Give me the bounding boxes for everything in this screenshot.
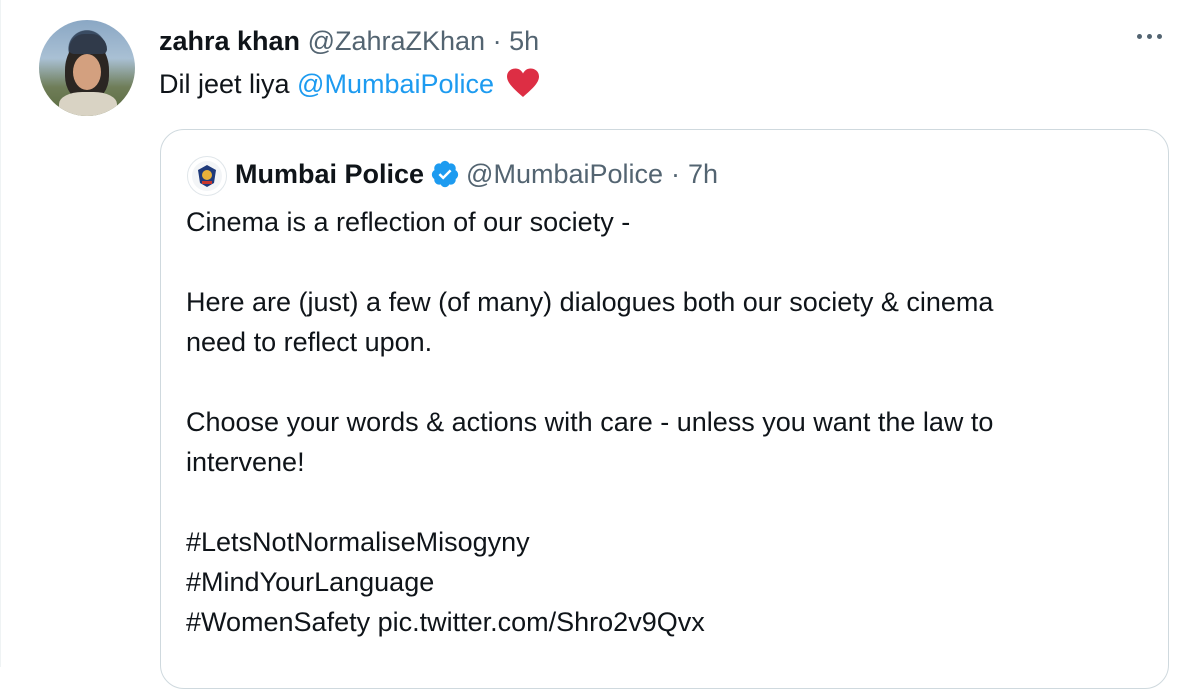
- more-options-button[interactable]: [1135, 28, 1164, 45]
- author-name[interactable]: zahra khan: [159, 26, 300, 56]
- tweet-time[interactable]: 5h: [509, 26, 539, 56]
- tweet-header: zahra khan @ZahraZKhan · 5h: [159, 24, 539, 58]
- quoted-author-handle[interactable]: @MumbaiPolice: [466, 156, 663, 192]
- quoted-line-1: Cinema is a reflection of our society -: [186, 207, 631, 237]
- author-handle[interactable]: @ZahraZKhan: [308, 26, 486, 56]
- tweet-text-body: Dil jeet liya: [159, 69, 298, 99]
- avatar-shirt: [59, 92, 117, 116]
- quoted-time[interactable]: 7h: [688, 156, 718, 192]
- author-avatar[interactable]: [39, 20, 135, 116]
- quoted-separator: ·: [671, 159, 681, 189]
- quoted-line-3: need to reflect upon.: [186, 327, 433, 357]
- quoted-tweet[interactable]: Mumbai Police @MumbaiPolice · 7h Cinema …: [160, 129, 1169, 689]
- hashtag-line-1[interactable]: #LetsNotNormaliseMisogyny: [186, 522, 993, 562]
- hashtag-line-2[interactable]: #MindYourLanguage: [186, 562, 993, 602]
- police-emblem-icon: [192, 161, 222, 191]
- header-separator: ·: [492, 26, 502, 56]
- quoted-author-avatar[interactable]: [187, 156, 227, 196]
- avatar-face: [73, 54, 101, 90]
- mention-link[interactable]: @MumbaiPolice: [297, 69, 494, 99]
- quoted-line-4: Choose your words & actions with care - …: [186, 407, 994, 437]
- hashtag-line-3[interactable]: #WomenSafety pic.twitter.com/Shro2v9Qvx: [186, 602, 993, 642]
- quoted-line-2: Here are (just) a few (of many) dialogue…: [186, 287, 994, 317]
- avatar-cap: [69, 34, 107, 54]
- heart-emoji-icon: [506, 68, 539, 97]
- quoted-text: Cinema is a reflection of our society - …: [186, 202, 993, 642]
- tweet-text: Dil jeet liya @MumbaiPolice: [159, 66, 540, 102]
- quoted-header: Mumbai Police @MumbaiPolice · 7h: [235, 156, 718, 192]
- ellipsis-icon: [1137, 34, 1142, 39]
- quoted-line-5: intervene!: [186, 447, 305, 477]
- tweet-card[interactable]: zahra khan @ZahraZKhan · 5h Dil jeet liy…: [0, 0, 1182, 689]
- quoted-author-name[interactable]: Mumbai Police: [235, 156, 424, 192]
- verified-badge-icon: [431, 160, 459, 188]
